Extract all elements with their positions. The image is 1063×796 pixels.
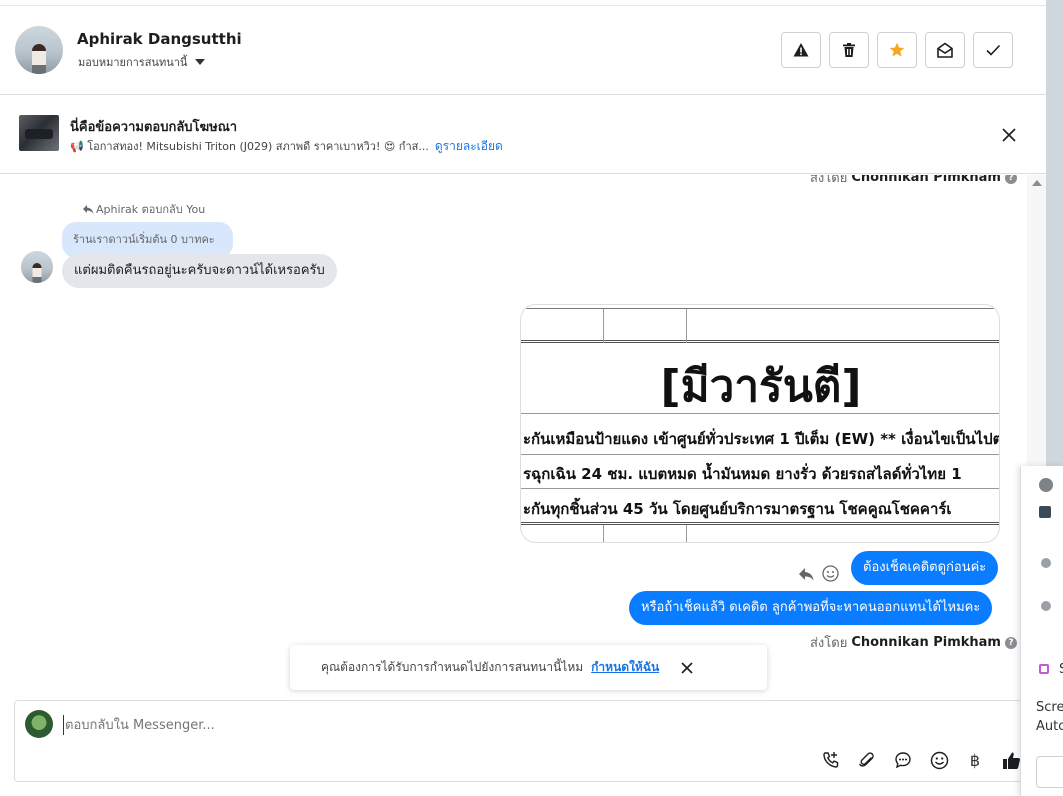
contact-avatar[interactable] xyxy=(15,26,63,74)
image-card-row: ะกันเหมือนป้ายแดง เข้าศูนย์ทั่วประเทศ 1 … xyxy=(523,430,999,448)
sent-by-prefix: ส่งโดย xyxy=(810,175,848,186)
warning-icon xyxy=(793,43,809,57)
sender-name: Chonnikan Pimkham xyxy=(851,635,1001,650)
panel-text: Auto xyxy=(1036,719,1063,734)
side-notification-panel: S Scre Auto xyxy=(1020,466,1063,796)
reply-arrow-icon xyxy=(83,204,94,214)
page-avatar xyxy=(25,710,53,738)
chevron-down-icon xyxy=(195,59,206,65)
assign-to-me-toast: คุณต้องการได้รับการกำหนดไปยังการสนทนานี้… xyxy=(290,645,767,690)
contact-avatar-small[interactable] xyxy=(21,251,53,283)
image-card-row: รฉุกเฉิน 24 ชม. แบตหมด น้ำมันหมด ยางรั่ว… xyxy=(523,465,962,483)
close-icon xyxy=(1002,128,1016,142)
react-emoji-icon[interactable] xyxy=(822,565,839,582)
app-icon[interactable] xyxy=(1039,664,1049,674)
reply-input[interactable] xyxy=(63,715,763,735)
contact-name[interactable]: Aphirak Dangsutthi xyxy=(77,30,242,48)
ad-details-link[interactable]: ดูรายละเอียด xyxy=(435,137,503,156)
attach-file-button[interactable] xyxy=(855,748,879,772)
message-composer: ฿ xyxy=(14,700,1034,782)
baht-icon: ฿ xyxy=(969,750,981,770)
panel-avatar[interactable] xyxy=(1039,478,1053,492)
star-button[interactable] xyxy=(877,32,917,68)
toast-text: คุณต้องการได้รับการกำหนดไปยังการสนทนานี้… xyxy=(321,660,584,674)
scroll-up-arrow-icon[interactable] xyxy=(1032,180,1042,186)
sent-by-prefix: ส่งโดย xyxy=(810,636,848,651)
ad-preview-line: 📢 โอกาสทอง! Mitsubishi Triton (J029) สภา… xyxy=(70,137,503,156)
delete-button[interactable] xyxy=(829,32,869,68)
outgoing-message[interactable]: หรือถ้าเช็คแล้วิ ดเคดิต ลูกค้าพอที่จะหาค… xyxy=(629,591,993,625)
close-ad-banner-button[interactable] xyxy=(998,124,1020,146)
panel-avatar[interactable] xyxy=(1041,601,1051,611)
window-edge xyxy=(1046,0,1063,470)
panel-text: S xyxy=(1059,662,1063,677)
close-toast-button[interactable] xyxy=(679,660,695,676)
incoming-message[interactable]: แต่ผมติดคืนรถอยู่นะครับจะดาวน์ได้เหรอครั… xyxy=(62,254,337,288)
outgoing-message[interactable]: ต้องเช็คเคดิตดูก่อนค่ะ xyxy=(851,551,999,585)
info-icon[interactable]: ? xyxy=(1004,636,1017,649)
mark-spam-button[interactable] xyxy=(781,32,821,68)
panel-text: Scre xyxy=(1036,700,1063,715)
assign-label: มอบหมายการสนทนานี้ xyxy=(78,56,188,69)
panel-thumbnail[interactable] xyxy=(1039,506,1051,518)
ad-banner-title: นี่คือข้อความตอบกลับโฆษณา xyxy=(70,120,238,135)
sent-by-label-bottom: ส่งโดย Chonnikan Pimkham ? xyxy=(810,632,1017,653)
sent-by-label-top: ส่งโดย Chonnikan Pimkham ? xyxy=(810,175,1017,188)
close-icon xyxy=(681,661,693,674)
paperclip-icon xyxy=(859,752,874,767)
mark-unread-button[interactable] xyxy=(925,32,965,68)
assign-to-me-link[interactable]: กำหนดให้ฉัน xyxy=(591,658,659,677)
star-icon xyxy=(889,42,905,57)
ad-reply-banner: นี่คือข้อความตอบกลับโฆษณา 📢 โอกาสทอง! Mi… xyxy=(0,96,1046,174)
saved-replies-button[interactable] xyxy=(891,748,915,772)
emoji-button[interactable] xyxy=(927,748,951,772)
image-card-row: ะกันทุกชิ้นส่วน 45 วัน โดยศูนย์บริการมาต… xyxy=(523,500,952,518)
thumbs-up-icon xyxy=(1002,752,1020,769)
mark-done-button[interactable] xyxy=(973,32,1013,68)
message-actions xyxy=(798,565,839,582)
payment-button[interactable]: ฿ xyxy=(963,748,987,772)
ad-thumbnail[interactable] xyxy=(19,115,59,151)
sender-name: Chonnikan Pimkham xyxy=(851,175,1001,185)
smiley-icon xyxy=(930,751,948,769)
image-card-title: [มีวารันตี] xyxy=(660,361,862,412)
trash-icon xyxy=(843,43,855,57)
composer-toolbar: ฿ xyxy=(819,748,1023,772)
conversation-header: Aphirak Dangsutthi มอบหมายการสนทนานี้ xyxy=(0,6,1046,95)
messenger-inbox-window: { "header": { "contact_name": "Aphirak D… xyxy=(0,0,1063,796)
panel-avatar[interactable] xyxy=(1041,558,1051,568)
message-thread[interactable]: ส่งโดย Chonnikan Pimkham ? Aphirak ตอบกล… xyxy=(0,175,1027,697)
checkmark-icon xyxy=(986,44,1001,56)
reply-icon[interactable] xyxy=(798,567,814,581)
panel-button[interactable] xyxy=(1036,756,1063,788)
image-attachment[interactable]: [มีวารันตี] ะกันเหมือนป้ายแดง เข้าศูนย์ท… xyxy=(520,304,1000,543)
reply-header: Aphirak ตอบกลับ You xyxy=(82,200,205,218)
quoted-message[interactable]: ร้านเราดาวน์เริ่มต้น 0 บาทคะ xyxy=(62,222,233,258)
assign-conversation-dropdown[interactable]: มอบหมายการสนทนานี้ xyxy=(78,53,206,71)
ad-preview-text: 📢 โอกาสทอง! Mitsubishi Triton (J029) สภา… xyxy=(70,140,429,153)
info-icon[interactable]: ? xyxy=(1004,175,1017,184)
phone-plus-icon xyxy=(823,752,839,768)
chat-bubble-icon xyxy=(895,752,911,769)
reply-header-text: Aphirak ตอบกลับ You xyxy=(96,203,206,216)
open-envelope-icon xyxy=(937,42,953,58)
call-button[interactable] xyxy=(819,748,843,772)
